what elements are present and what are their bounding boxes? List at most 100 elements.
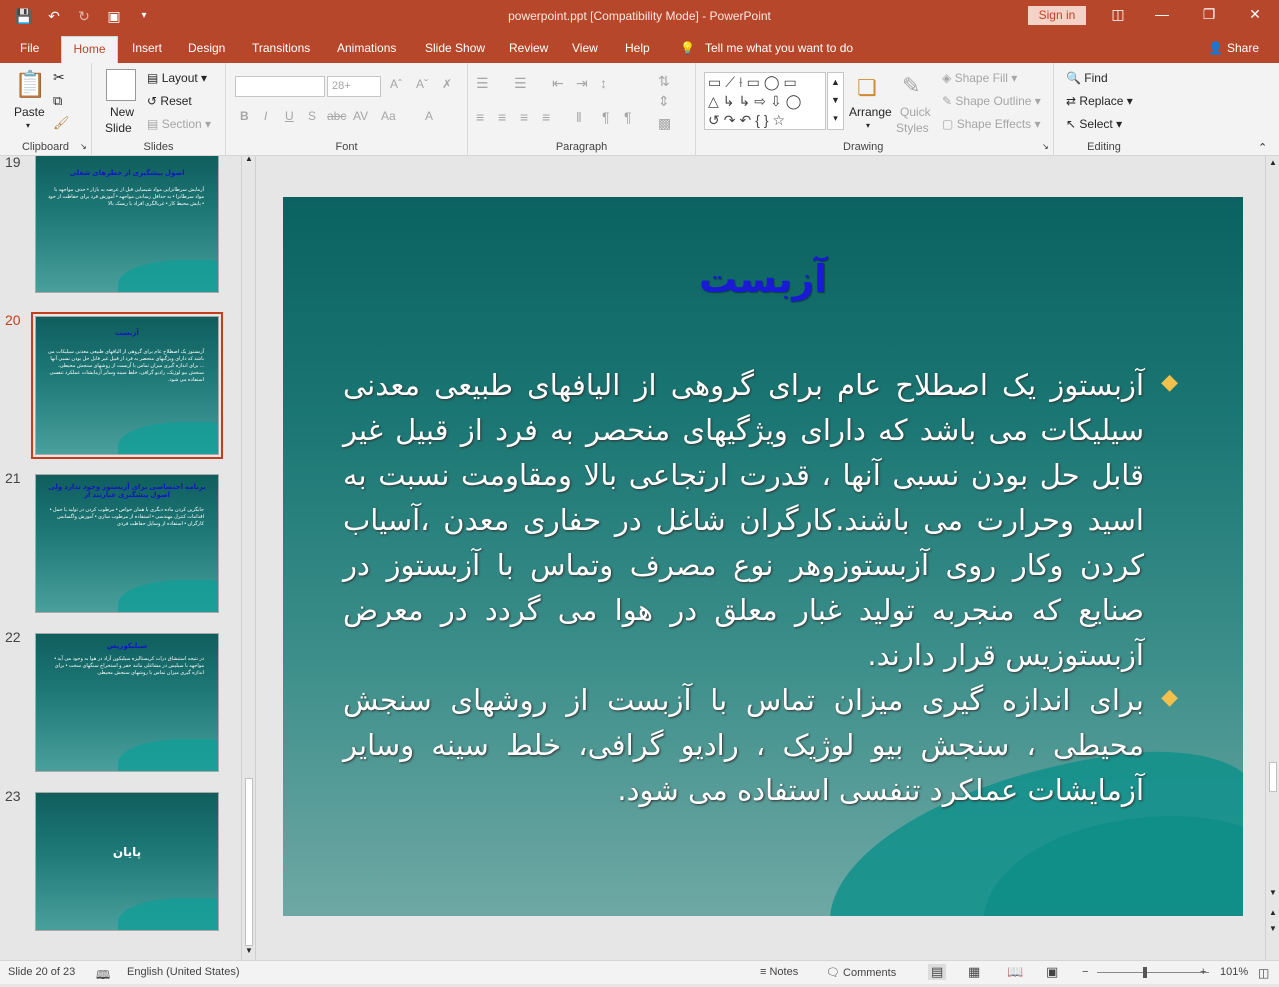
tab-insert[interactable]: Insert	[126, 33, 168, 63]
replace-button[interactable]: ⇄ Replace ▾	[1066, 94, 1133, 108]
scroll-up-icon[interactable]: ▲	[245, 156, 253, 163]
tab-home[interactable]: Home	[61, 36, 118, 63]
quick-styles-label-2[interactable]: Styles	[896, 121, 929, 135]
slide-thumbnail-23[interactable]: پایان	[35, 792, 219, 931]
bullets-icon[interactable]: ☰	[476, 75, 489, 92]
scroll-up-icon[interactable]: ▲	[1269, 158, 1277, 167]
slide-thumbnail-19[interactable]: اصول پیشگیری از خطرهای شغلی آزمایش سرطان…	[35, 156, 219, 293]
new-slide-icon[interactable]	[106, 69, 136, 101]
arrange-icon[interactable]: ❏	[857, 75, 877, 101]
slide-canvas[interactable]: آزبست ◆ آزبستوز یک اصطلاح عام برای گروهی…	[283, 197, 1243, 916]
shrink-font-icon[interactable]: Aˇ	[416, 77, 428, 91]
arrange-dropdown-icon[interactable]: ▾	[866, 121, 870, 130]
format-painter-icon[interactable]: 🖌	[53, 115, 70, 131]
font-size-select[interactable]: 28+	[327, 76, 381, 97]
grow-font-icon[interactable]: Aˆ	[390, 77, 402, 91]
spacing-icon[interactable]: AV	[353, 109, 368, 123]
tab-help[interactable]: Help	[619, 33, 656, 63]
next-slide-icon[interactable]: ▼	[1269, 924, 1277, 933]
shape-fill-button[interactable]: ◈ Shape Fill ▾	[942, 71, 1017, 85]
section-button[interactable]: ▤ Section ▾	[147, 117, 211, 131]
paste-dropdown-icon[interactable]: ▾	[26, 121, 30, 130]
shadow-icon[interactable]: S	[308, 109, 316, 123]
decrease-indent-icon[interactable]: ⇤	[552, 75, 564, 92]
restore-icon[interactable]: ❐	[1199, 6, 1219, 23]
tab-design[interactable]: Design	[182, 33, 231, 63]
find-button[interactable]: 🔍 Find	[1066, 71, 1108, 85]
thumbnails-scroll-thumb[interactable]	[245, 778, 253, 946]
line-spacing-icon[interactable]: ↕	[600, 75, 607, 91]
tab-file[interactable]: File	[14, 33, 45, 63]
select-button[interactable]: ↖ Select ▾	[1066, 117, 1122, 131]
tab-slide-show[interactable]: Slide Show	[419, 33, 491, 63]
share-button[interactable]: Share	[1221, 33, 1265, 63]
sign-in-button[interactable]: Sign in	[1028, 6, 1086, 25]
reset-button[interactable]: ↺ Reset	[147, 94, 192, 108]
zoom-in-icon[interactable]: +	[1200, 966, 1206, 978]
align-left-icon[interactable]: ≡	[476, 109, 484, 125]
clear-format-icon[interactable]: ✗	[442, 77, 452, 91]
increase-indent-icon[interactable]: ⇥	[576, 75, 588, 92]
notes-button[interactable]: ≡ Notes	[760, 966, 798, 978]
quick-styles-icon[interactable]: ✎	[902, 73, 920, 99]
clipboard-launcher-icon[interactable]: ↘	[80, 142, 87, 151]
paste-button[interactable]: Paste	[14, 105, 45, 119]
slideshow-view-icon[interactable]: ▣	[1046, 964, 1058, 980]
justify-icon[interactable]: ≡	[542, 109, 550, 125]
shapes-gallery[interactable]: ▭⟋⟊▭◯▭ △↳↳⇨⇩◯ ↺↷↶{}☆	[704, 72, 826, 130]
arrange-button[interactable]: Arrange	[849, 105, 892, 119]
underline-icon[interactable]: U	[285, 109, 294, 123]
slide-scrollbar[interactable]: ▲ ▼ ▲ ▼	[1265, 156, 1279, 960]
bold-icon[interactable]: B	[240, 109, 249, 123]
font-name-select[interactable]	[235, 76, 325, 97]
fit-to-window-icon[interactable]: ◫	[1258, 966, 1269, 980]
quick-styles-label-1[interactable]: Quick	[900, 105, 931, 119]
scroll-down-icon[interactable]: ▼	[245, 946, 253, 955]
tab-transitions[interactable]: Transitions	[246, 33, 316, 63]
zoom-out-icon[interactable]: −	[1082, 966, 1088, 978]
tab-review[interactable]: Review	[503, 33, 554, 63]
slide-body[interactable]: ◆ آزبستوز یک اصطلاح عام برای گروهی از ال…	[343, 363, 1178, 813]
smartart-icon[interactable]: ▩	[658, 115, 671, 132]
align-right-icon[interactable]: ≡	[520, 109, 528, 125]
shapes-more-icon[interactable]: ▲ ▼ ▾	[827, 72, 844, 130]
layout-button[interactable]: ▤ Layout ▾	[147, 71, 207, 85]
change-case-icon[interactable]: Aa	[381, 109, 396, 123]
ltr-icon[interactable]: ¶	[602, 109, 610, 125]
shape-outline-button[interactable]: ✎ Shape Outline ▾	[942, 94, 1041, 108]
cut-icon[interactable]: ✂	[53, 69, 65, 86]
ribbon-display-icon[interactable]: ◫	[1108, 6, 1128, 23]
numbering-icon[interactable]: ☰	[514, 75, 527, 92]
align-center-icon[interactable]: ≡	[498, 109, 506, 125]
zoom-level[interactable]: 101%	[1220, 966, 1248, 978]
close-icon[interactable]: ✕	[1245, 6, 1265, 23]
scroll-down-icon[interactable]: ▼	[1269, 888, 1277, 897]
collapse-ribbon-icon[interactable]: ⌃	[1258, 141, 1267, 154]
thumbnails-scrollbar[interactable]: ▲ ▼	[241, 156, 255, 960]
slide-scroll-thumb[interactable]	[1269, 762, 1277, 792]
paste-icon[interactable]: 📋	[14, 69, 46, 101]
comments-button[interactable]: 🗨 Comments	[826, 966, 896, 979]
font-color-icon[interactable]: A	[425, 109, 433, 123]
reading-view-icon[interactable]: 📖	[1007, 964, 1023, 980]
previous-slide-icon[interactable]: ▲	[1269, 908, 1277, 917]
slide-thumbnail-21[interactable]: برنامه اختصاصی برای آزبستوز وجود ندارد و…	[35, 474, 219, 613]
italic-icon[interactable]: I	[264, 109, 267, 123]
rtl-icon[interactable]: ¶	[624, 109, 632, 125]
tab-animations[interactable]: Animations	[331, 33, 402, 63]
columns-icon[interactable]: ‖	[576, 109, 582, 125]
slide-thumbnail-22[interactable]: سیلیکوزیس در نتیجه استنشاق ذرات کریستالی…	[35, 633, 219, 772]
zoom-slider[interactable]	[1097, 972, 1209, 973]
align-text-icon[interactable]: ⇕	[658, 93, 670, 110]
strikethrough-icon[interactable]: abc	[327, 109, 346, 123]
copy-icon[interactable]: ⧉	[53, 93, 62, 109]
language-indicator[interactable]: English (United States)	[127, 966, 240, 978]
tab-view[interactable]: View	[566, 33, 604, 63]
normal-view-icon[interactable]: ▤	[928, 964, 947, 980]
drawing-launcher-icon[interactable]: ↘	[1042, 142, 1049, 151]
slide-thumbnail-20[interactable]: آزبست آزبستوز یک اصطلاح عام برای گروهی ا…	[31, 312, 223, 459]
text-direction-icon[interactable]: ⇅	[658, 73, 670, 90]
zoom-slider-handle[interactable]	[1143, 967, 1147, 978]
new-slide-label-2[interactable]: Slide	[105, 121, 132, 135]
slide-title[interactable]: آزبست	[283, 257, 1243, 301]
